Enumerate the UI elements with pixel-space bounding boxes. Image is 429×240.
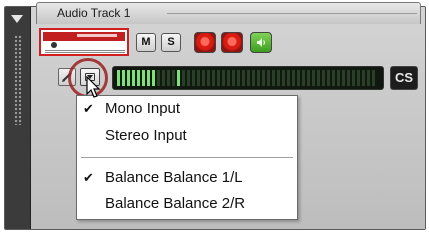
drag-handle-dots	[14, 35, 22, 125]
meter-segment	[297, 70, 300, 86]
meter-segment	[202, 70, 205, 86]
menu-item-label: Mono Input	[105, 100, 181, 117]
meter-segment	[167, 70, 170, 86]
meter-segment	[222, 70, 225, 86]
meter-segment	[332, 70, 335, 86]
meter-segment	[162, 70, 165, 86]
track-gripper[interactable]	[5, 7, 31, 229]
meter-segment	[267, 70, 270, 86]
meter-segment	[147, 70, 150, 86]
meter-segment	[197, 70, 200, 86]
meter-segment	[187, 70, 190, 86]
meter-segment	[192, 70, 195, 86]
meter-segment	[122, 70, 125, 86]
meter-segment	[342, 70, 345, 86]
meter-segment	[152, 70, 155, 86]
meter-segment	[237, 70, 240, 86]
menu-item-label: Stereo Input	[105, 127, 187, 144]
meter-segment	[337, 70, 340, 86]
meter-segment	[232, 70, 235, 86]
meter-segment	[302, 70, 305, 86]
track-title[interactable]: Audio Track 1	[57, 6, 130, 20]
meter-segment	[292, 70, 295, 86]
header-divider	[167, 13, 417, 14]
meter-segment	[277, 70, 280, 86]
meter-segment	[212, 70, 215, 86]
meter-segment	[132, 70, 135, 86]
meter-segment	[142, 70, 145, 86]
meter-segment	[287, 70, 290, 86]
menu-item-balance-1l[interactable]: ✔ Balance Balance 1/L	[77, 168, 297, 190]
meter-segment	[307, 70, 310, 86]
meter-segment	[117, 70, 120, 86]
solo-button[interactable]: S	[161, 33, 181, 52]
speaker-icon	[257, 38, 266, 47]
menu-item-stereo-input[interactable]: Stereo Input	[77, 126, 297, 148]
meter-segment	[317, 70, 320, 86]
meter-segment	[227, 70, 230, 86]
meter-segment	[347, 70, 350, 86]
record-button[interactable]	[221, 32, 243, 53]
meter-segment	[262, 70, 265, 86]
meter-segment	[207, 70, 210, 86]
menu-item-label: Balance Balance 2/R	[105, 195, 246, 212]
meter-segment	[322, 70, 325, 86]
monitor-button[interactable]	[250, 32, 272, 53]
meter-segment	[157, 70, 160, 86]
mute-button[interactable]: M	[136, 33, 156, 52]
meter-segment	[272, 70, 275, 86]
checkmark-icon: ✔	[83, 101, 94, 116]
meter-segment	[177, 70, 180, 86]
record-arm-button[interactable]	[194, 32, 216, 53]
menu-separator	[81, 157, 293, 159]
meter-segment	[247, 70, 250, 86]
meter-segment	[372, 70, 375, 86]
meter-segment	[242, 70, 245, 86]
track-header: Audio Track 1	[36, 2, 421, 24]
meter-segment	[182, 70, 185, 86]
meter-segment	[362, 70, 365, 86]
meter-segment	[137, 70, 140, 86]
meter-segment	[217, 70, 220, 86]
menu-item-balance-2r[interactable]: Balance Balance 2/R	[77, 194, 297, 216]
mouse-cursor-icon	[86, 76, 101, 98]
meter-segment	[312, 70, 315, 86]
meter-segment	[127, 70, 130, 86]
meter-segment	[367, 70, 370, 86]
device-thumbnail[interactable]	[39, 28, 129, 56]
device-lines	[45, 50, 125, 53]
meter-segment	[352, 70, 355, 86]
checkmark-icon: ✔	[83, 170, 94, 185]
input-context-menu: ✔ Mono Input Stereo Input ✔ Balance Bala…	[76, 95, 298, 220]
meter-segments	[117, 70, 379, 86]
device-strip	[43, 32, 125, 41]
device-knob-icon	[51, 42, 57, 48]
meter-segment	[172, 70, 175, 86]
menu-item-mono-input[interactable]: ✔ Mono Input	[77, 99, 297, 121]
collapse-triangle-icon[interactable]	[11, 15, 23, 23]
meter-segment	[327, 70, 330, 86]
meter-segment	[282, 70, 285, 86]
level-meter	[112, 66, 384, 90]
meter-segment	[257, 70, 260, 86]
meter-segment	[357, 70, 360, 86]
cs-button[interactable]: CS	[390, 66, 418, 90]
menu-item-label: Balance Balance 1/L	[105, 169, 243, 186]
meter-segment	[252, 70, 255, 86]
